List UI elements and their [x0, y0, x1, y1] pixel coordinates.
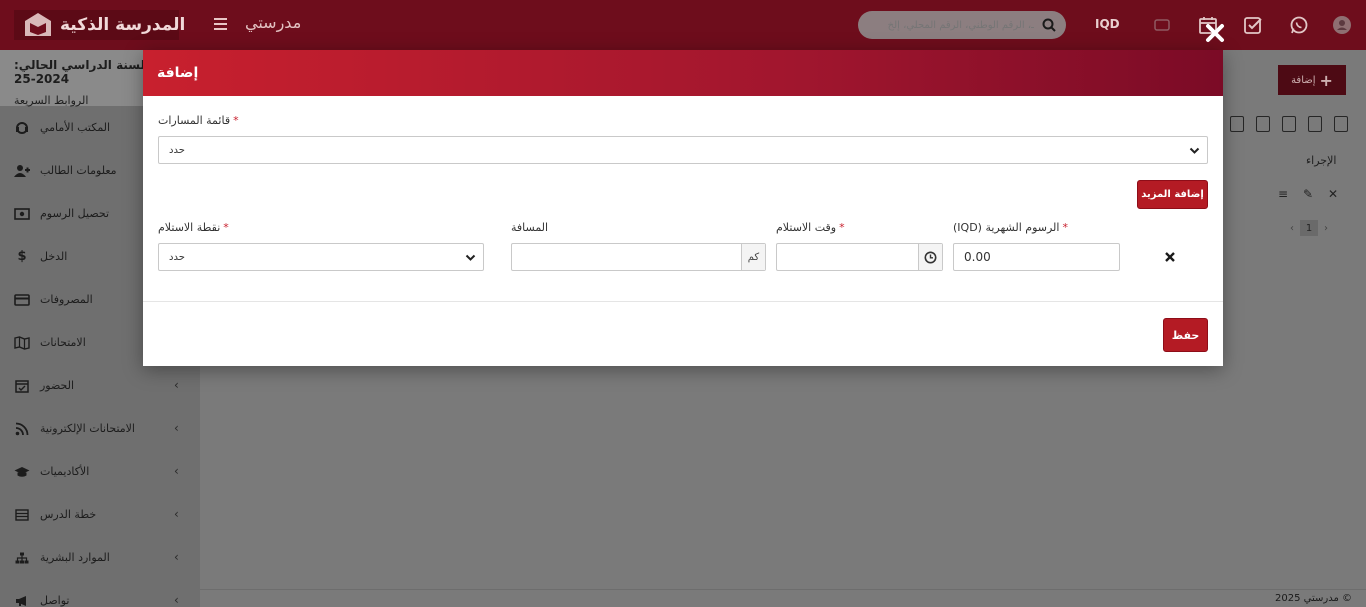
distance-input[interactable]: كم: [511, 243, 766, 271]
next-page-icon[interactable]: ›: [1324, 223, 1328, 234]
excel-icon[interactable]: [1230, 116, 1244, 132]
route-list-select[interactable]: حدد: [158, 136, 1208, 164]
distance-label: المسافة: [511, 221, 549, 234]
graduation-cap-icon: [14, 465, 30, 479]
page-number[interactable]: 1: [1300, 220, 1318, 236]
sidebar-item-label: تواصل: [40, 594, 70, 607]
print-icon[interactable]: [1308, 116, 1322, 132]
search-box[interactable]: [858, 11, 1066, 39]
row-actions: ≡ ✎ ✕: [1278, 187, 1338, 201]
background-add-button[interactable]: إضافة +: [1278, 65, 1346, 95]
modal-body: قائمة المسارات * حدد إضافة المزيد نقطة ال…: [143, 96, 1223, 301]
sidebar-item-label: الموارد البشرية: [40, 551, 110, 564]
logo-text: المدرسة الذكية: [60, 15, 186, 35]
sidebar-item-label: المصروفات: [40, 293, 93, 306]
sidebar-item-label: خطة الدرس: [40, 508, 97, 521]
sidebar-item-label: تحصيل الرسوم: [40, 207, 110, 220]
modal-title: إضافة: [157, 65, 199, 81]
sidebar-item-lesson-plan[interactable]: خطة الدرس ‹: [0, 493, 200, 536]
save-button[interactable]: حفظ: [1163, 318, 1208, 352]
sidebar-item-communicate[interactable]: تواصل ‹: [0, 579, 200, 607]
chevron-icon: ‹: [174, 507, 179, 521]
chevron-icon: ‹: [174, 464, 179, 478]
sidebar-item-label: المكتب الأمامي: [40, 121, 111, 134]
sidebar-item-label: معلومات الطالب: [40, 164, 117, 177]
dollar-icon: $: [17, 249, 27, 264]
menu-toggle-icon[interactable]: [214, 18, 227, 30]
whatsapp-icon[interactable]: [1289, 15, 1309, 35]
route-list-label: قائمة المسارات *: [158, 114, 239, 127]
credit-card-icon: [14, 293, 30, 307]
pickup-point-select[interactable]: حدد: [158, 243, 484, 271]
footer: مدرستي 2025 ©: [200, 589, 1366, 607]
pdf-icon[interactable]: [1282, 116, 1296, 132]
pickup-point-label: نقطة الاستلام *: [158, 221, 229, 234]
clock-icon[interactable]: [918, 244, 942, 270]
delete-icon[interactable]: ✕: [1328, 187, 1338, 201]
add-modal: إضافة قائمة المسارات * حدد إضافة المزيد ن…: [143, 50, 1223, 366]
table-header-action: الإجراء: [1306, 154, 1337, 167]
distance-unit: كم: [741, 244, 765, 270]
monthly-fees-label: (IQD) الرسوم الشهرية *: [953, 221, 1068, 234]
footer-copyright: مدرستي 2025 ©: [1275, 593, 1352, 604]
search-icon[interactable]: [1042, 18, 1056, 32]
chevron-icon: ‹: [174, 378, 179, 392]
chevron-down-icon: [1189, 145, 1200, 159]
calendar-check-icon: [14, 379, 30, 393]
sitemap-icon: [14, 551, 30, 565]
task-check-icon[interactable]: [1243, 15, 1263, 35]
sidebar-item-label: الدخل: [40, 250, 68, 263]
user-avatar-icon[interactable]: [1332, 15, 1352, 35]
chevron-down-icon: [465, 252, 476, 266]
chevron-icon: ‹: [174, 421, 179, 435]
table-export-toolbar: [1230, 116, 1348, 134]
close-modal-icon[interactable]: [1204, 22, 1226, 44]
modal-header: إضافة: [143, 50, 1223, 96]
sidebar-item-online-exams[interactable]: الامتحانات الإلكترونية ‹: [0, 407, 200, 450]
monthly-fees-input[interactable]: 0.00: [953, 243, 1120, 271]
pagination: ‹ 1 ›: [1290, 219, 1340, 237]
currency-selector[interactable]: IQD: [1095, 17, 1120, 31]
headset-icon: [14, 121, 30, 135]
top-bar: المدرسة الذكية مدرستي IQD: [0, 0, 1366, 50]
sidebar-item-label: الأكاديميات: [40, 465, 90, 478]
add-more-button[interactable]: إضافة المزيد: [1137, 180, 1208, 209]
sidebar-item-label: الامتحانات الإلكترونية: [40, 422, 135, 435]
columns-icon[interactable]: [1334, 116, 1348, 132]
monthly-fees-value: 0.00: [964, 250, 991, 264]
modal-footer: حفظ: [143, 301, 1223, 366]
pickup-time-label: وقت الاستلام *: [776, 221, 845, 234]
language-icon[interactable]: [1152, 15, 1172, 35]
prev-page-icon[interactable]: ‹: [1290, 223, 1294, 234]
pickup-time-input[interactable]: [776, 243, 943, 271]
sidebar-item-attendance[interactable]: الحضور ‹: [0, 364, 200, 407]
chevron-icon: ‹: [174, 593, 179, 607]
sidebar-item-label: الامتحانات: [40, 336, 86, 349]
chevron-icon: ‹: [174, 550, 179, 564]
search-input[interactable]: [874, 19, 1034, 31]
logo[interactable]: المدرسة الذكية: [14, 10, 185, 40]
brand-title: مدرستي: [245, 13, 302, 32]
user-plus-icon: [14, 164, 30, 178]
list-icon: [14, 508, 30, 522]
bullhorn-icon: [14, 594, 30, 607]
rss-icon: [14, 422, 30, 436]
document-icon[interactable]: [1256, 116, 1270, 132]
remove-row-icon[interactable]: [1163, 250, 1177, 264]
plus-icon: +: [1319, 70, 1333, 90]
school-logo-icon: [24, 12, 52, 38]
money-icon: [14, 207, 30, 221]
sidebar-item-academics[interactable]: الأكاديميات ‹: [0, 450, 200, 493]
menu-icon[interactable]: ≡: [1278, 187, 1288, 201]
sidebar-item-label: الحضور: [40, 379, 75, 392]
sidebar-item-human-resources[interactable]: الموارد البشرية ‹: [0, 536, 200, 579]
edit-icon[interactable]: ✎: [1303, 187, 1313, 201]
map-icon: [14, 335, 30, 350]
